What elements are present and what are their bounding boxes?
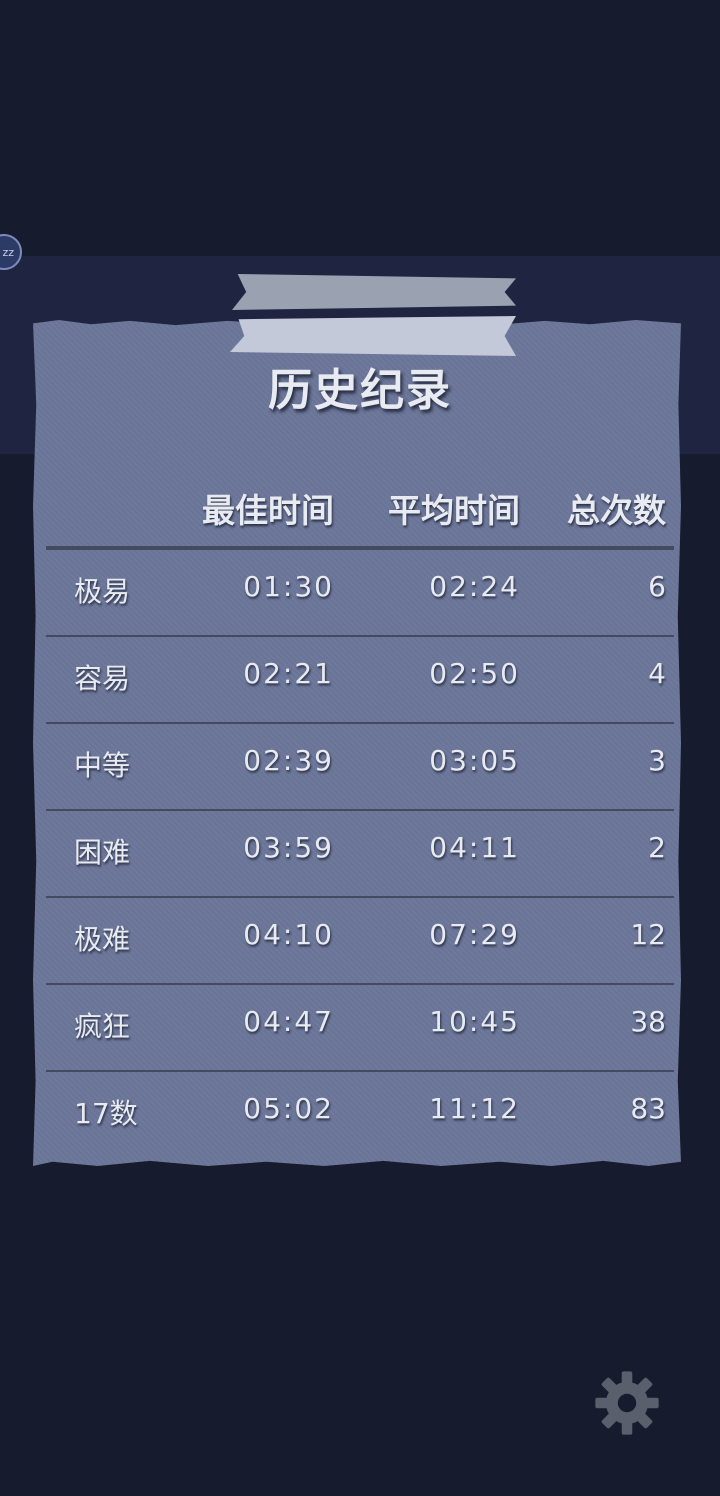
cell-level: 极难 <box>74 923 131 956</box>
badge-text: zz <box>2 245 14 259</box>
tape-strip <box>232 274 516 310</box>
cell-level: 疯狂 <box>74 1010 131 1043</box>
cell-avg: 10:45 <box>429 1005 520 1038</box>
cell-best: 05:02 <box>243 1092 334 1125</box>
cell-total: 4 <box>648 657 666 690</box>
cell-best: 01:30 <box>243 570 334 603</box>
table-row: 困难 03:59 04:11 2 <box>46 811 674 898</box>
table-row: 极难 04:10 07:29 12 <box>46 898 674 985</box>
cell-best: 02:39 <box>243 744 334 777</box>
cell-avg: 04:11 <box>429 831 520 864</box>
column-header-best: 最佳时间 <box>202 491 334 530</box>
cell-best: 02:21 <box>243 657 334 690</box>
cell-avg: 03:05 <box>429 744 520 777</box>
table-row: 疯狂 04:47 10:45 38 <box>46 985 674 1072</box>
cell-total: 12 <box>630 918 666 951</box>
cell-level: 困难 <box>74 836 131 869</box>
cell-level: 中等 <box>74 749 131 782</box>
cell-level: 极易 <box>74 575 131 608</box>
cell-total: 83 <box>630 1092 666 1125</box>
table-row: 极易 01:30 02:24 6 <box>46 550 674 637</box>
cell-avg: 11:12 <box>429 1092 520 1125</box>
table-row: 17数 05:02 11:12 83 <box>46 1072 674 1157</box>
cell-level: 容易 <box>74 662 131 695</box>
table-row: 中等 02:39 03:05 3 <box>46 724 674 811</box>
tape-strip <box>230 316 516 356</box>
page-title: 历史纪录 <box>268 365 452 416</box>
cell-total: 3 <box>648 744 666 777</box>
cell-best: 04:47 <box>243 1005 334 1038</box>
cell-total: 38 <box>630 1005 666 1038</box>
cell-level: 17数 <box>74 1097 138 1130</box>
cell-avg: 02:24 <box>429 570 520 603</box>
gear-icon[interactable] <box>594 1370 660 1436</box>
cell-avg: 02:50 <box>429 657 520 690</box>
cell-best: 03:59 <box>243 831 334 864</box>
column-header-avg: 平均时间 <box>388 491 520 530</box>
table-header: 最佳时间 平均时间 总次数 <box>46 470 674 550</box>
cell-best: 04:10 <box>243 918 334 951</box>
history-table: 最佳时间 平均时间 总次数 极易 01:30 02:24 6 容易 02:21 … <box>46 470 674 1157</box>
cell-total: 6 <box>648 570 666 603</box>
column-header-total: 总次数 <box>567 491 666 530</box>
cell-avg: 07:29 <box>429 918 520 951</box>
cell-total: 2 <box>648 831 666 864</box>
table-row: 容易 02:21 02:50 4 <box>46 637 674 724</box>
